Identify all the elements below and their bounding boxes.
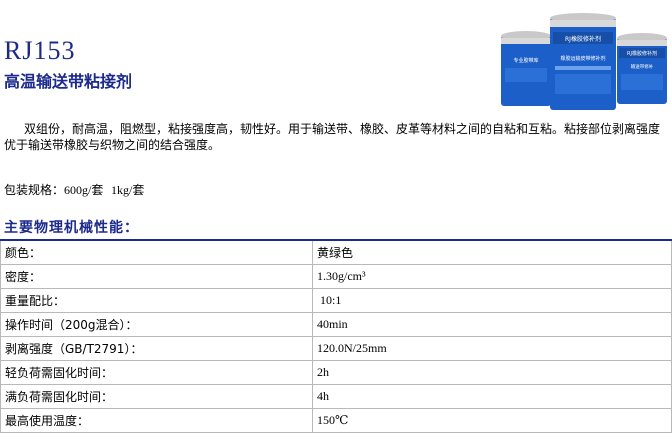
- product-image: 专业胶带库 RJ橡胶修补剂 橡胶运输皮带修补剂 RJ橡胶修补剂 输送带修补: [501, 13, 667, 110]
- property-value: 10:1: [312, 288, 672, 313]
- property-label: 最高使用温度：: [0, 408, 313, 433]
- property-value: 4h: [312, 384, 672, 409]
- property-label: 操作时间（200g混合）：: [0, 312, 313, 337]
- property-value: 120.0N/25mm: [312, 336, 672, 361]
- property-label: 剥离强度（GB/T2791）：: [0, 336, 313, 361]
- small-can-label: 专业胶带库: [513, 57, 538, 64]
- property-value: 1.30g/cm³: [312, 264, 672, 289]
- property-value: 2h: [312, 360, 672, 385]
- right-can: RJ橡胶修补剂 输送带修补: [617, 33, 667, 104]
- table-row: 满负荷需固化时间： 4h: [0, 384, 672, 409]
- table-row: 最高使用温度： 150℃: [0, 408, 672, 433]
- big-can-text: 橡胶运输皮带修补剂: [560, 55, 605, 62]
- property-label: 颜色：: [0, 239, 313, 265]
- section-title: 主要物理机械性能：: [4, 220, 139, 236]
- property-label: 满负荷需固化时间：: [0, 384, 313, 409]
- right-can-text: 输送带修补: [631, 63, 654, 70]
- table-row: 重量配比： 10:1: [0, 288, 672, 313]
- small-can: 专业胶带库: [501, 31, 551, 106]
- property-value: 150℃: [312, 408, 672, 433]
- table-row: 轻负荷需固化时间： 2h: [0, 360, 672, 385]
- product-name: 高温输送带粘接剂: [4, 72, 133, 91]
- packaging-spec: 包装规格：600g/套 1kg/套: [4, 181, 144, 198]
- table-row: 剥离强度（GB/T2791）： 120.0N/25mm: [0, 336, 672, 361]
- table-row: 密度： 1.30g/cm³: [0, 264, 672, 289]
- properties-table: 颜色： 黄绿色 密度： 1.30g/cm³ 重量配比： 10:1 操作时间（20…: [0, 239, 672, 433]
- table-row: 颜色： 黄绿色: [0, 239, 672, 265]
- property-label: 重量配比：: [0, 288, 313, 313]
- packaging-label: 包装规格：: [4, 183, 65, 197]
- property-value: 40min: [312, 312, 672, 337]
- property-value: 黄绿色: [312, 239, 672, 265]
- packaging-value-2: 1kg/套: [111, 183, 145, 197]
- table-row: 操作时间（200g混合）： 40min: [0, 312, 672, 337]
- big-can: RJ橡胶修补剂 橡胶运输皮带修补剂: [550, 13, 616, 110]
- product-description: 双组份，耐高温，阻燃型，粘接强度高，韧性好。用于输送带、橡胶、皮革等材料之间的自…: [4, 122, 661, 152]
- property-label: 轻负荷需固化时间：: [0, 360, 313, 385]
- product-code: RJ153: [4, 36, 76, 65]
- packaging-value-1: 600g/套: [64, 183, 104, 197]
- big-can-label: RJ橡胶修补剂: [565, 35, 601, 43]
- property-label: 密度：: [0, 264, 313, 289]
- right-can-label: RJ橡胶修补剂: [627, 50, 657, 57]
